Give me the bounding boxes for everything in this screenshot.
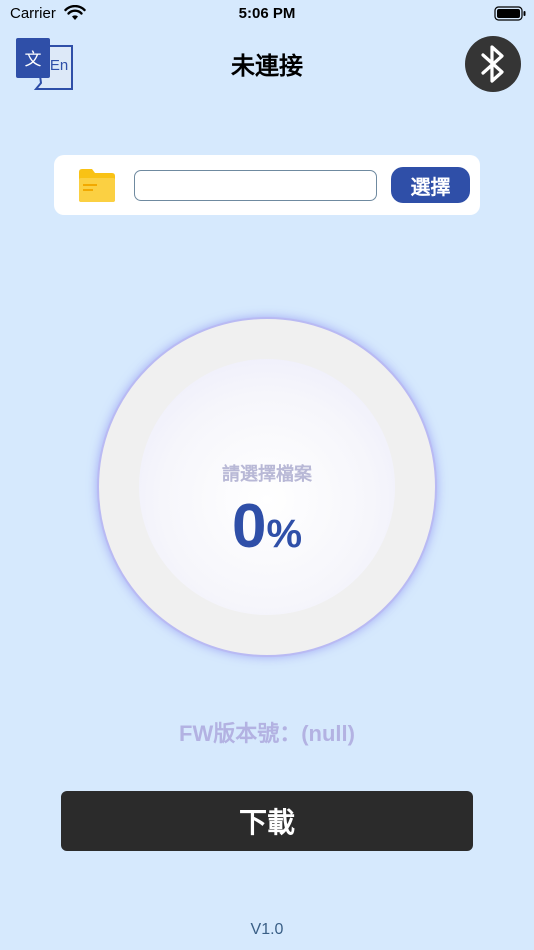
select-file-button[interactable]: 選擇 <box>391 167 470 203</box>
progress-status-text: 請選擇檔案 <box>222 464 312 484</box>
progress-percent: 0% <box>139 491 395 562</box>
download-button[interactable]: 下載 <box>61 791 473 851</box>
progress-value: 0 <box>231 492 267 561</box>
bluetooth-button[interactable] <box>465 36 521 92</box>
app-version-label: V1.0 <box>250 921 284 938</box>
progress-inner-circle: 請選擇檔案 0% <box>139 359 395 615</box>
file-path-input[interactable] <box>134 170 377 201</box>
bluetooth-icon <box>481 45 504 83</box>
clock: 5:06 PM <box>238 5 296 22</box>
status-bar: Carrier 5:06 PM <box>0 0 534 30</box>
progress-unit: % <box>266 512 303 556</box>
battery-icon <box>494 6 526 21</box>
connection-status-title: 未連接 <box>231 53 303 80</box>
file-picker-card: 選擇 <box>54 155 480 215</box>
folder-icon <box>79 169 115 202</box>
firmware-version-label: FW版本號：(null) <box>179 721 355 746</box>
progress-ring: 請選擇檔案 0% <box>97 317 437 657</box>
